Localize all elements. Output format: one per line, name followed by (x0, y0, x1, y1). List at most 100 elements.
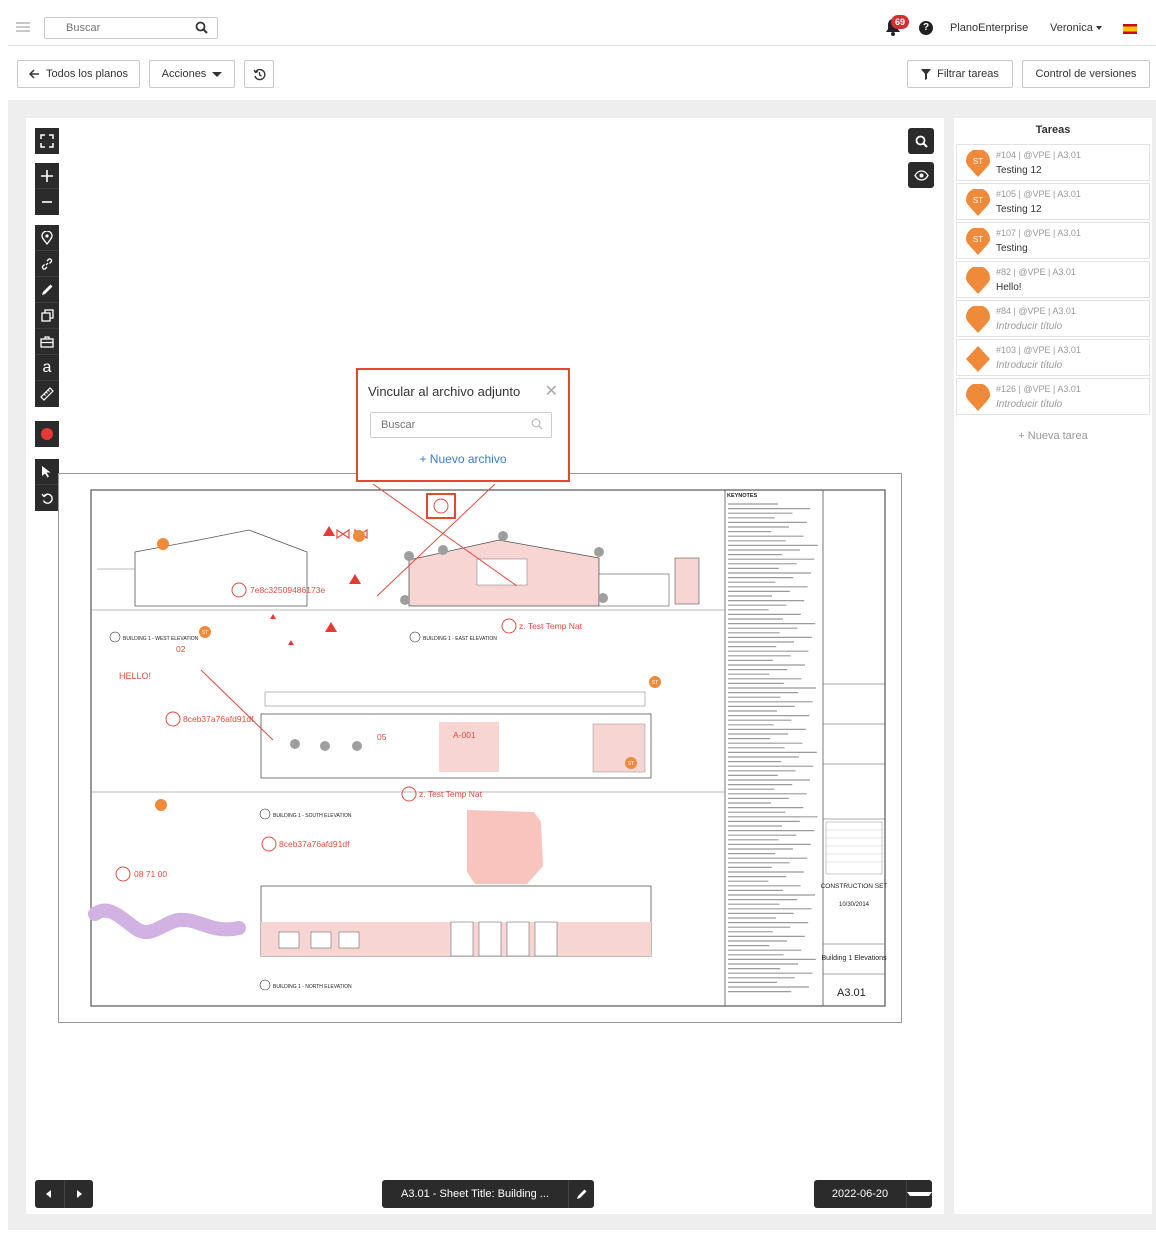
markup-tools[interactable]: a (35, 225, 59, 407)
arrow-left-icon (29, 69, 40, 79)
map-pin-icon (965, 383, 991, 415)
popup-search[interactable] (370, 412, 552, 438)
version-control-button[interactable]: Control de versiones (1022, 60, 1150, 88)
version-date-dropdown[interactable] (906, 1180, 932, 1208)
plan-viewer[interactable]: a KEYNOTES CONSTRUCTION SET 10/30/2014 B… (26, 118, 944, 1214)
spanish-flag-icon[interactable] (1123, 24, 1137, 34)
zoom-in-icon[interactable] (35, 163, 59, 189)
task-title: Introducir título (996, 321, 1063, 332)
hamburger-menu-icon[interactable] (16, 22, 30, 32)
navigation-tools[interactable] (35, 459, 59, 511)
west-elevation-title: BUILDING 1 - WEST ELEVATION (123, 636, 199, 642)
hello-text-markup[interactable]: HELLO! (119, 671, 151, 681)
shapes-icon[interactable] (35, 303, 59, 329)
blueprint-sheet[interactable]: KEYNOTES CONSTRUCTION SET 10/30/2014 Bui… (58, 473, 902, 1023)
fullscreen-tool[interactable] (35, 128, 59, 154)
task-item[interactable]: #103 | @VPE | A3.01 Introducir título (956, 339, 1150, 376)
all-plans-button[interactable]: Todos los planos (17, 60, 140, 88)
task-title: Testing (996, 243, 1028, 254)
sheet-navigation[interactable] (35, 1180, 93, 1208)
cursor-icon[interactable] (35, 459, 59, 485)
task-item[interactable]: ST #105 | @VPE | A3.01 Testing 12 (956, 183, 1150, 220)
annotation-05[interactable]: 05 (377, 732, 387, 742)
skylight-highlight-markup[interactable] (467, 810, 543, 884)
svg-text:8ceb37a76afd91df: 8ceb37a76afd91df (279, 839, 350, 849)
rotate-icon[interactable] (35, 485, 59, 511)
ruler-icon[interactable] (35, 381, 59, 407)
popup-search-input[interactable] (371, 413, 521, 437)
task-meta: #105 | @VPE | A3.01 (996, 189, 1081, 199)
record-tool[interactable] (35, 421, 59, 447)
annotation-02[interactable]: 02 (176, 644, 186, 654)
company-name[interactable]: PlanoEnterprise (950, 22, 1028, 34)
user-menu[interactable]: Veronica (1050, 22, 1102, 34)
help-icon[interactable]: ? (919, 21, 933, 35)
annotation-8ceb-1[interactable]: 8ceb37a76afd91df (165, 711, 254, 727)
annotation-a-001[interactable]: A-001 (453, 730, 476, 740)
task-item[interactable]: #82 | @VPE | A3.01 Hello! (956, 261, 1150, 298)
task-title: Testing 12 (996, 165, 1042, 176)
task-item[interactable]: #84 | @VPE | A3.01 Introducir título (956, 300, 1150, 337)
title-block-status: CONSTRUCTION SET (821, 883, 888, 890)
text-tool-icon[interactable]: a (35, 355, 59, 381)
search-icon[interactable] (531, 418, 543, 433)
annotation-8ceb-2[interactable]: 8ceb37a76afd91df (261, 836, 350, 852)
caret-right-icon (76, 1190, 82, 1198)
viewer-search-button[interactable] (908, 128, 934, 154)
pencil-icon[interactable] (35, 277, 59, 303)
svg-text:z. Test Temp Nat: z. Test Temp Nat (519, 621, 583, 631)
purple-freehand-markup[interactable] (88, 903, 246, 940)
search-icon[interactable] (195, 21, 208, 37)
north-elevation-title: BUILDING 1 - NORTH ELEVATION (273, 984, 352, 990)
task-title: Testing 12 (996, 204, 1042, 215)
map-pin-icon: ST (965, 149, 991, 181)
blueprint-drawing[interactable]: KEYNOTES CONSTRUCTION SET 10/30/2014 Bui… (59, 474, 901, 1022)
all-plans-label: Todos los planos (46, 68, 128, 80)
fullscreen-icon[interactable] (35, 128, 59, 154)
global-search-input[interactable] (45, 18, 185, 38)
task-meta: #107 | @VPE | A3.01 (996, 228, 1081, 238)
attachment-icon[interactable] (433, 498, 449, 514)
task-title: Introducir título (996, 399, 1063, 410)
caret-down-icon (907, 1192, 932, 1196)
close-icon[interactable]: ✕ (545, 381, 558, 401)
pin-badge-st: ST (652, 680, 658, 686)
svg-text:08 71 00: 08 71 00 (134, 869, 167, 879)
new-task-button[interactable]: + Nueva tarea (954, 430, 1152, 442)
record-icon[interactable] (35, 421, 59, 447)
search-icon (915, 135, 928, 148)
selected-attachment-box[interactable] (426, 493, 456, 519)
pin-badge-st: ST (628, 761, 634, 767)
annotation-test-temp-nat-1[interactable]: z. Test Temp Nat (501, 618, 583, 634)
notification-count-badge[interactable]: 69 (891, 15, 909, 29)
east-elevation-title: BUILDING 1 - EAST ELEVATION (423, 636, 497, 642)
popup-title: Vincular al archivo adjunto (368, 384, 521, 399)
global-search[interactable] (44, 17, 218, 39)
title-block-date: 10/30/2014 (839, 902, 870, 908)
annotation-test-temp-nat-2[interactable]: z. Test Temp Nat (401, 786, 483, 802)
actions-dropdown[interactable]: Acciones (149, 60, 235, 88)
task-item[interactable]: ST #107 | @VPE | A3.01 Testing (956, 222, 1150, 259)
version-date-selector[interactable]: 2022-06-20 (814, 1180, 932, 1208)
map-pin-icon[interactable] (35, 225, 59, 251)
zoom-out-icon[interactable] (35, 189, 59, 215)
history-button[interactable] (244, 60, 274, 88)
link-icon[interactable] (35, 251, 59, 277)
sheet-selector[interactable]: A3.01 - Sheet Title: Building ... (382, 1180, 594, 1208)
task-title: Hello! (996, 282, 1022, 293)
filter-tasks-button[interactable]: Filtrar tareas (907, 60, 1013, 88)
annotation-08-71-00[interactable]: 08 71 00 (115, 866, 167, 882)
task-item[interactable]: #126 | @VPE | A3.01 Introducir título (956, 378, 1150, 415)
zoom-tools[interactable] (35, 163, 59, 215)
edit-sheet-button[interactable] (568, 1180, 594, 1208)
task-item[interactable]: ST #104 | @VPE | A3.01 Testing 12 (956, 144, 1150, 181)
map-pin-icon (965, 266, 991, 298)
diamond-marker-icon (965, 345, 991, 376)
visibility-button[interactable] (908, 162, 934, 188)
previous-sheet-button[interactable] (35, 1180, 65, 1208)
next-sheet-button[interactable] (65, 1180, 94, 1208)
svg-text:z. Test Temp Nat: z. Test Temp Nat (419, 789, 483, 799)
toolbox-icon[interactable] (35, 329, 59, 355)
sheet-label: A3.01 - Sheet Title: Building ... (401, 1188, 549, 1200)
new-file-link[interactable]: + Nuevo archivo (358, 452, 568, 466)
